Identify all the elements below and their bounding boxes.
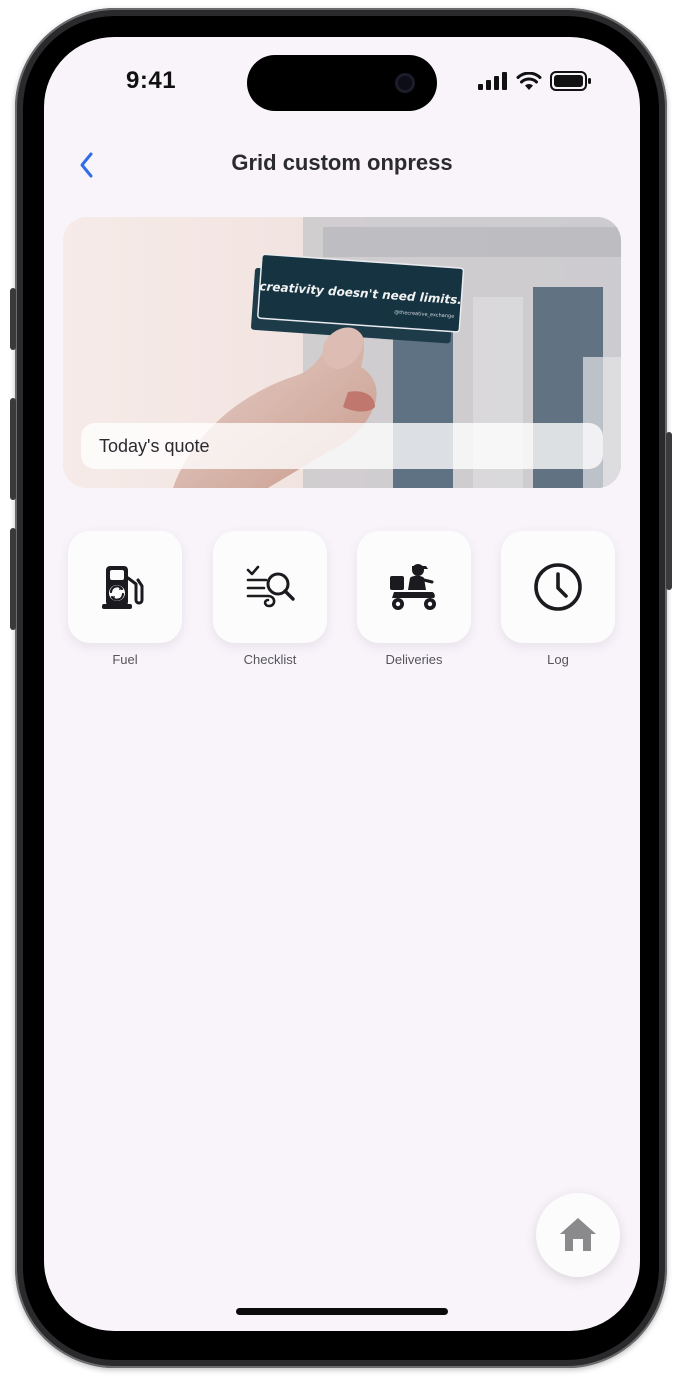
- app-screen: 9:41 Grid custom onpress creativity does…: [44, 37, 640, 1331]
- action-grid: Fuel Checklist Deliveries Log: [68, 531, 618, 671]
- power-button: [666, 432, 672, 590]
- home-icon: [560, 1218, 596, 1251]
- clock-icon: [534, 563, 582, 611]
- quote-label-bar: Today's quote: [81, 423, 603, 469]
- checklist-button[interactable]: [213, 531, 327, 643]
- cellular-signal-icon: [478, 72, 507, 90]
- log-label: Log: [547, 652, 569, 667]
- fuel-button[interactable]: [68, 531, 182, 643]
- checklist-search-icon: [246, 565, 295, 608]
- wifi-icon: [516, 71, 542, 90]
- deliveries-label: Deliveries: [385, 652, 443, 667]
- volume-down-button: [10, 528, 16, 630]
- home-indicator[interactable]: [236, 1308, 448, 1315]
- battery-icon: [550, 71, 591, 91]
- quote-label: Today's quote: [99, 436, 210, 456]
- front-camera: [395, 73, 415, 93]
- deliveries-button[interactable]: [357, 531, 471, 643]
- fuel-pump-icon: [102, 566, 144, 609]
- navigation-bar: Grid custom onpress: [44, 142, 640, 186]
- grid-item-deliveries[interactable]: Deliveries: [357, 531, 471, 671]
- system-icons: [478, 71, 592, 91]
- delivery-scooter-icon: [390, 564, 436, 610]
- status-time: 9:41: [126, 67, 177, 94]
- home-button[interactable]: [536, 1193, 620, 1277]
- action-button: [10, 288, 16, 350]
- quote-banner[interactable]: creativity doesn't need limits. @thecrea…: [63, 217, 621, 488]
- dynamic-island: [247, 55, 437, 111]
- grid-item-fuel[interactable]: Fuel: [68, 531, 182, 671]
- volume-up-button: [10, 398, 16, 500]
- status-bar: 9:41: [44, 37, 640, 117]
- checklist-label: Checklist: [243, 652, 297, 667]
- grid-item-log[interactable]: Log: [501, 531, 615, 671]
- grid-item-checklist[interactable]: Checklist: [213, 531, 327, 671]
- log-button[interactable]: [501, 531, 615, 643]
- page-title: Grid custom onpress: [231, 150, 453, 175]
- fuel-label: Fuel: [112, 652, 138, 667]
